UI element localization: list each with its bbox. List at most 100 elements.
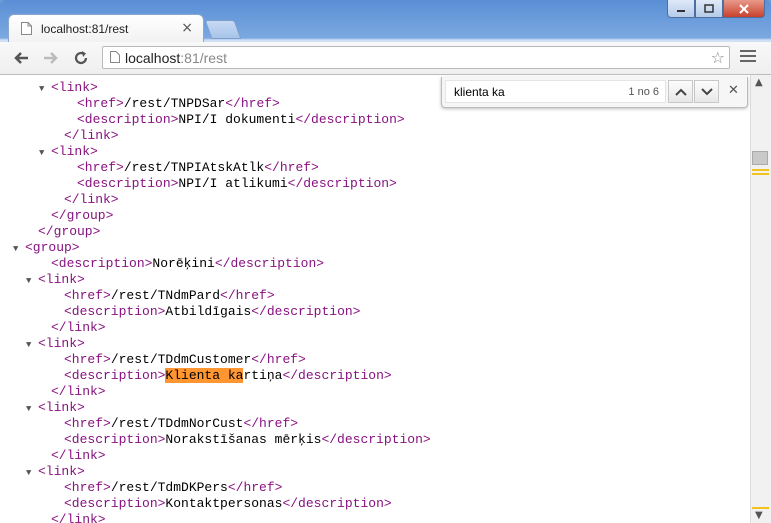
address-bar[interactable]: localhost:81/rest ☆ (102, 46, 730, 69)
xml-tag: </description> (287, 176, 397, 191)
minimize-icon (677, 9, 685, 12)
xml-tag: </description> (321, 432, 431, 447)
xml-tag: <link> (38, 464, 85, 479)
xml-tag: <description> (77, 176, 179, 191)
xml-line: ▼ <link> (26, 464, 85, 480)
xml-tag: </href> (243, 416, 299, 431)
xml-tag: </link> (51, 512, 106, 523)
xml-line: ▼ <group> (13, 240, 80, 256)
find-input[interactable]: klienta ka 1 no 6 (445, 80, 666, 103)
page-icon (110, 51, 120, 63)
collapse-toggle-icon[interactable]: ▼ (26, 337, 31, 353)
xml-tag: <link> (51, 80, 98, 95)
scrollbar-thumb[interactable] (752, 151, 768, 165)
xml-tag: <description> (51, 256, 153, 271)
xml-line: <href>/rest/TNPDSar</href> (77, 96, 280, 112)
find-highlight: Klienta ka (165, 368, 244, 383)
vertical-scrollbar[interactable]: ▲ ▼ (750, 75, 771, 523)
xml-text: /rest/TDdmCustomer (110, 352, 252, 367)
xml-line: </link> (51, 512, 106, 523)
xml-text: /rest/TNPIAtskAtlk (123, 160, 265, 175)
xml-line: <href>/rest/TNPIAtskAtlk</href> (77, 160, 319, 176)
xml-tag: </link> (64, 128, 119, 143)
reload-button[interactable] (70, 48, 92, 68)
xml-line: </link> (51, 448, 106, 464)
xml-line: </link> (51, 320, 106, 336)
chevron-down-icon (700, 87, 713, 95)
collapse-toggle-icon[interactable]: ▼ (26, 401, 31, 417)
xml-line: ▼ <link> (26, 272, 85, 288)
maximize-button[interactable] (695, 0, 723, 18)
xml-tag: </href> (251, 352, 306, 367)
back-button[interactable] (10, 48, 32, 68)
xml-tag: <href> (77, 160, 124, 175)
xml-text: rtiņa (243, 368, 283, 383)
xml-line: ▼ <link> (26, 336, 85, 352)
bookmark-star-icon[interactable]: ☆ (711, 48, 725, 67)
xml-tag: </link> (51, 320, 106, 335)
xml-text: /rest/TNdmPard (110, 288, 221, 303)
new-tab-button[interactable] (204, 20, 242, 39)
xml-tag: </link> (51, 384, 106, 399)
xml-tag: <href> (64, 288, 111, 303)
xml-tag: </href> (220, 288, 275, 303)
xml-tag: <href> (64, 480, 111, 495)
xml-line: <href>/rest/TNdmPard</href> (64, 288, 275, 304)
scroll-down-icon[interactable]: ▼ (755, 510, 763, 521)
xml-tag: </description> (251, 304, 361, 319)
xml-line: ▼ <link> (26, 400, 85, 416)
xml-line: </link> (51, 384, 106, 400)
xml-text: /rest/TDdmNorCust (110, 416, 244, 431)
find-match-marker (752, 169, 769, 171)
xml-tag: </description> (214, 256, 325, 271)
xml-text: Atbildīgais (165, 304, 252, 319)
xml-line: <description>NPI/I atlikumi</description… (77, 176, 397, 192)
xml-line: ▼ <link> (39, 144, 98, 160)
xml-tag: </description> (282, 496, 392, 511)
xml-text: /rest/TdmDKPers (110, 480, 228, 495)
xml-line: </group> (38, 224, 100, 240)
minimize-button[interactable] (667, 0, 695, 18)
xml-tag: <href> (77, 96, 124, 111)
xml-tag: </link> (51, 448, 106, 463)
xml-tag: </group> (38, 224, 101, 239)
collapse-toggle-icon[interactable]: ▼ (26, 273, 31, 289)
xml-line: <href>/rest/TdmDKPers</href> (64, 480, 282, 496)
collapse-toggle-icon[interactable]: ▼ (26, 465, 31, 481)
xml-tag: <href> (64, 352, 111, 367)
find-match-marker (752, 507, 769, 509)
close-window-button[interactable] (723, 0, 765, 18)
find-bar: klienta ka 1 no 6 ✕ (441, 77, 748, 108)
forward-button[interactable] (40, 48, 62, 68)
xml-text: NPI/I atlikumi (178, 176, 288, 191)
xml-line: </link> (64, 128, 119, 144)
menu-icon[interactable] (740, 50, 756, 65)
maximize-icon (704, 3, 714, 13)
xml-tag: <href> (64, 416, 111, 431)
tab-title: localhost:81/rest (41, 22, 129, 36)
xml-text: NPI/I dokumenti (178, 112, 296, 127)
xml-tag: </group> (51, 208, 114, 223)
xml-tag: <description> (64, 304, 166, 319)
xml-tag: </href> (264, 160, 319, 175)
xml-tag: <group> (25, 240, 80, 255)
xml-line: <description>Atbildīgais</description> (64, 304, 360, 320)
xml-tag: <link> (51, 144, 98, 159)
scroll-up-icon[interactable]: ▲ (755, 77, 763, 88)
collapse-toggle-icon[interactable]: ▼ (39, 145, 44, 161)
xml-tag: <link> (38, 336, 85, 351)
xml-tag: </link> (64, 192, 119, 207)
browser-window: localhost:81/rest × localhost:81/rest ☆ … (0, 0, 771, 523)
find-previous-button[interactable] (668, 80, 693, 103)
tab-active[interactable]: localhost:81/rest × (8, 14, 204, 42)
tab-close-icon[interactable]: × (181, 20, 193, 36)
collapse-toggle-icon[interactable]: ▼ (39, 81, 44, 97)
xml-tag: </href> (225, 96, 280, 111)
collapse-toggle-icon[interactable]: ▼ (13, 241, 18, 257)
find-close-icon[interactable]: ✕ (728, 83, 739, 98)
xml-tag: <description> (64, 432, 166, 447)
find-next-button[interactable] (694, 80, 719, 103)
back-arrow-icon (14, 52, 28, 64)
xml-line: <href>/rest/TDdmNorCust</href> (64, 416, 298, 432)
xml-line: <description>Norēķini</description> (51, 256, 324, 272)
